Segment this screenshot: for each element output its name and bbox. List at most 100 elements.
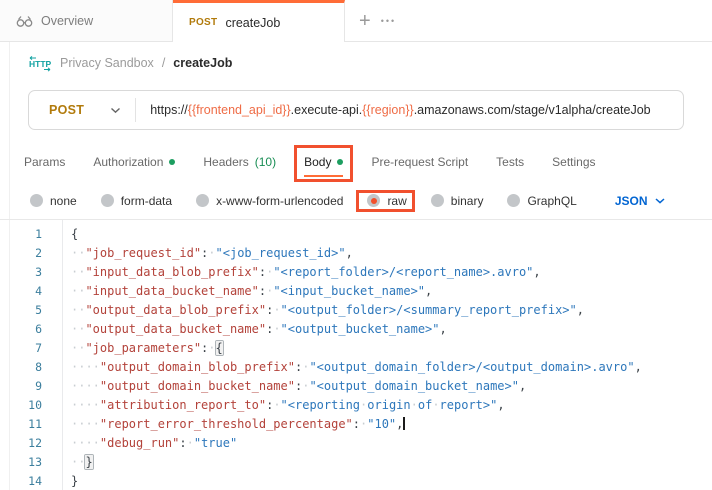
token-s: "<input_bucket_name>" — [273, 284, 425, 298]
token-w: ·· — [71, 322, 85, 336]
line-content: ····"attribution_report_to":·"<reporting… — [55, 396, 505, 415]
line-number: 2 — [0, 244, 55, 263]
url-variable-segment: {{frontend_api_id}} — [188, 103, 291, 117]
token-w: ···· — [71, 417, 100, 431]
token-p: , — [519, 379, 526, 393]
request-tab-params[interactable]: Params — [24, 142, 65, 182]
body-editor[interactable]: 1{2··"job_request_id":·"<job_request_id>… — [0, 219, 712, 490]
request-builder-pane: HTTP Privacy Sandbox / createJob POST ht — [0, 42, 712, 490]
token-s: of — [418, 398, 432, 412]
breadcrumb: HTTP Privacy Sandbox / createJob — [0, 42, 712, 82]
request-tab-authorization[interactable]: Authorization — [93, 142, 175, 182]
breadcrumb-separator: / — [162, 56, 165, 70]
token-w: · — [208, 341, 215, 355]
line-number: 7 — [0, 339, 55, 358]
token-w: ·· — [71, 284, 85, 298]
new-tab-button[interactable]: + — [359, 11, 371, 31]
http-request-icon: HTTP — [28, 55, 52, 72]
token-s: origin — [367, 398, 410, 412]
token-s: "<output_domain_bucket_name>" — [309, 379, 519, 393]
request-tab-label: Authorization — [93, 155, 163, 169]
code-line: 6··"output_data_bucket_name":·"<output_b… — [0, 320, 712, 339]
radio-icon — [101, 194, 114, 207]
request-tab-body[interactable]: Body — [304, 142, 343, 182]
line-number: 8 — [0, 358, 55, 377]
token-w: · — [273, 303, 280, 317]
request-tab-pre-request-script[interactable]: Pre-request Script — [371, 142, 468, 182]
line-content: ····"report_error_threshold_percentage":… — [55, 415, 405, 434]
code-line: 12····"debug_run":·"true" — [0, 434, 712, 453]
token-k: "debug_run" — [100, 436, 179, 450]
body-type-none[interactable]: none — [30, 194, 77, 208]
line-number: 6 — [0, 320, 55, 339]
code-line: 2··"job_request_id":·"<job_request_id>", — [0, 244, 712, 263]
token-w: ·· — [71, 303, 85, 317]
workspace-tab-bar: Overview POST createJob + ••• — [0, 0, 712, 42]
token-p: } — [71, 474, 78, 488]
line-content: ····"debug_run":·"true" — [55, 434, 237, 453]
token-k: "job_parameters" — [85, 341, 201, 355]
url-text-segment: .execute-api. — [291, 103, 363, 117]
token-k: "output_data_blob_prefix" — [85, 303, 266, 317]
request-tab-label: Params — [24, 155, 65, 169]
token-p: , — [533, 265, 540, 279]
method-dropdown[interactable]: POST — [29, 103, 135, 117]
line-number: 1 — [0, 225, 55, 244]
token-k: "output_domain_bucket_name" — [100, 379, 295, 393]
tab-overview[interactable]: Overview — [0, 0, 173, 41]
request-tabs: Params Authorization Headers(10) Body Pre-re… — [0, 142, 712, 182]
token-k: "report_error_threshold_percentage" — [100, 417, 353, 431]
token-p: : — [259, 265, 266, 279]
body-type-binary[interactable]: binary — [431, 194, 484, 208]
body-type-x-www-form-urlencoded[interactable]: x-www-form-urlencoded — [196, 194, 343, 208]
token-s: "<job_request_id>" — [216, 246, 346, 260]
request-url[interactable]: https://{{frontend_api_id}}.execute-api.… — [136, 103, 650, 117]
code-line: 3··"input_data_blob_prefix":·"<report_fo… — [0, 263, 712, 282]
token-w: · — [273, 322, 280, 336]
method-label: POST — [49, 103, 84, 117]
breadcrumb-request-name: createJob — [173, 56, 232, 70]
line-content: ··"input_data_blob_prefix":·"<report_fol… — [55, 263, 541, 282]
line-number: 3 — [0, 263, 55, 282]
radio-icon — [196, 194, 209, 207]
line-number: 4 — [0, 282, 55, 301]
line-content: { — [55, 225, 78, 244]
token-k: "output_data_bucket_name" — [85, 322, 266, 336]
tab-overview-label: Overview — [41, 14, 93, 28]
line-content: ··"output_data_blob_prefix":·"<output_fo… — [55, 301, 584, 320]
request-tab-label: Tests — [496, 155, 524, 169]
request-tab-label: Headers — [203, 155, 248, 169]
tab-createjob[interactable]: POST createJob — [173, 0, 345, 42]
token-s: "<output_bucket_name>" — [281, 322, 440, 336]
breadcrumb-collection[interactable]: Privacy Sandbox — [60, 56, 154, 70]
body-type-graphql[interactable]: GraphQL — [507, 194, 576, 208]
token-p: , — [635, 360, 642, 374]
token-w: · — [208, 246, 215, 260]
body-type-form-data[interactable]: form-data — [101, 194, 172, 208]
token-k: "input_data_blob_prefix" — [85, 265, 258, 279]
more-options-button[interactable]: ••• — [381, 16, 396, 26]
body-type-label: GraphQL — [527, 194, 576, 208]
token-w: · — [273, 398, 280, 412]
token-p: , — [425, 284, 432, 298]
radio-icon — [30, 194, 43, 207]
request-tab-settings[interactable]: Settings — [552, 142, 595, 182]
request-tab-label: Settings — [552, 155, 595, 169]
token-w: · — [432, 398, 439, 412]
body-type-raw[interactable]: raw — [367, 194, 406, 208]
code-line: 4··"input_data_bucket_name":·"<input_buc… — [0, 282, 712, 301]
line-number: 10 — [0, 396, 55, 415]
token-w: · — [411, 398, 418, 412]
code-line: 1{ — [0, 225, 712, 244]
request-tab-label: Pre-request Script — [371, 155, 468, 169]
token-p: : — [353, 417, 360, 431]
token-s: "<reporting — [281, 398, 360, 412]
token-w: ···· — [71, 398, 100, 412]
request-tab-headers[interactable]: Headers(10) — [203, 142, 276, 182]
line-content: ··"input_data_bucket_name":·"<input_buck… — [55, 282, 432, 301]
line-number: 5 — [0, 301, 55, 320]
language-dropdown[interactable]: JSON — [615, 194, 665, 208]
token-p: , — [497, 398, 504, 412]
request-tab-tests[interactable]: Tests — [496, 142, 524, 182]
line-content: ··} — [55, 453, 93, 472]
